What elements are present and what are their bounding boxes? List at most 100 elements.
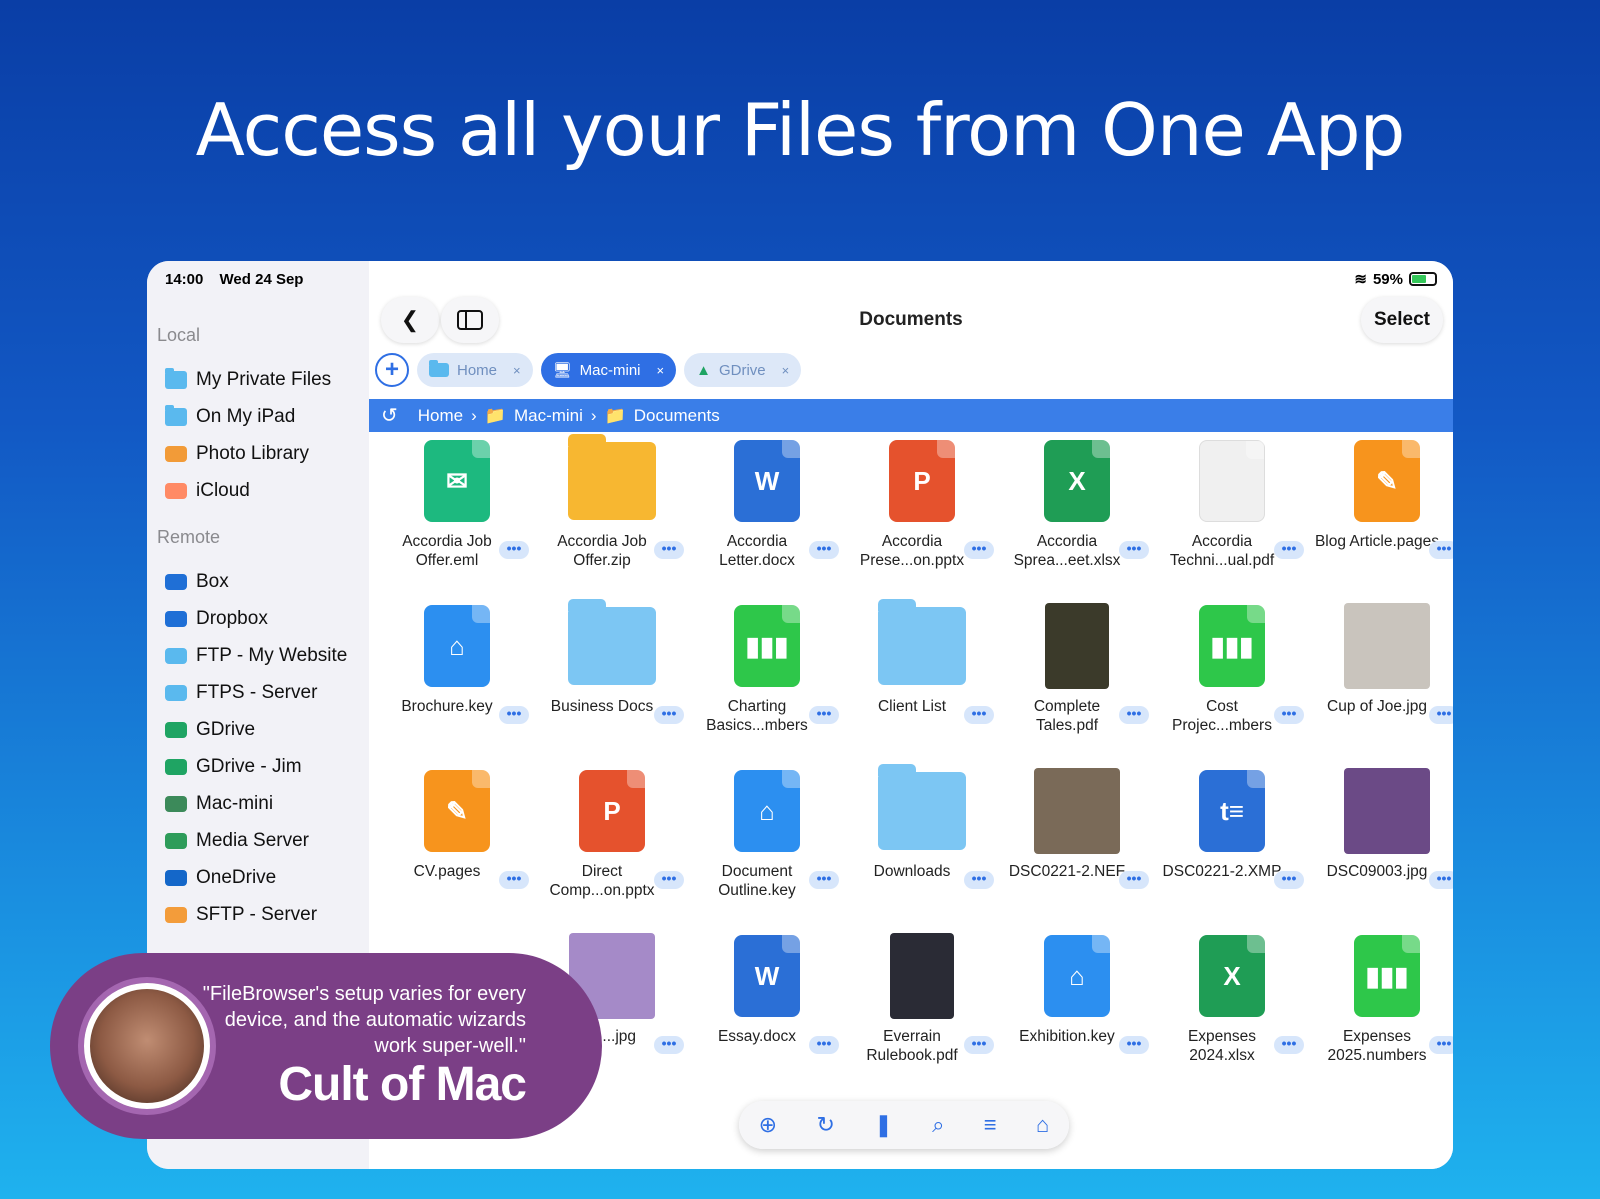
more-options-button[interactable]: ••• bbox=[499, 871, 529, 889]
file-item[interactable]: Client List ••• bbox=[846, 599, 998, 762]
more-options-button[interactable]: ••• bbox=[809, 871, 839, 889]
folder-icon: 📁 bbox=[604, 405, 626, 425]
sidebar-item-gdrive[interactable]: GDrive bbox=[165, 715, 255, 745]
file-item[interactable]: Downloads ••• bbox=[846, 764, 998, 927]
more-options-button[interactable]: ••• bbox=[964, 541, 994, 559]
file-name: Accordia Job Offer.eml bbox=[402, 533, 492, 569]
sidebar-item-box[interactable]: Box bbox=[165, 567, 229, 597]
more-options-button[interactable]: ••• bbox=[1274, 706, 1304, 724]
more-options-button[interactable]: ••• bbox=[654, 541, 684, 559]
file-item[interactable]: Complete Tales.pdf ••• bbox=[1001, 602, 1153, 762]
file-item[interactable]: ⌂ Document Outline.key ••• bbox=[691, 767, 843, 927]
more-options-button[interactable]: ••• bbox=[1274, 541, 1304, 559]
home-icon[interactable]: ⌂ bbox=[1036, 1112, 1049, 1138]
sidebar-item-photo-library[interactable]: Photo Library bbox=[165, 439, 309, 469]
more-options-button[interactable]: ••• bbox=[654, 871, 684, 889]
history-icon[interactable]: ↺ bbox=[381, 403, 398, 428]
wifi-icon: ≋ bbox=[1354, 271, 1367, 288]
refresh-icon[interactable]: ↻ bbox=[816, 1112, 834, 1138]
sidebar-item-sftp-server[interactable]: SFTP - Server bbox=[165, 900, 317, 930]
file-item[interactable]: t≡ DSC0221-2.XMP ••• bbox=[1156, 767, 1308, 927]
more-options-button[interactable]: ••• bbox=[1119, 541, 1149, 559]
file-item[interactable]: W Essay.docx ••• bbox=[691, 932, 843, 1092]
more-options-button[interactable]: ••• bbox=[1274, 871, 1304, 889]
file-item[interactable]: X Accordia Sprea...eet.xlsx ••• bbox=[1001, 437, 1153, 597]
sidebar-item-label: My Private Files bbox=[196, 369, 332, 390]
onedrive-icon bbox=[165, 870, 187, 886]
more-options-button[interactable]: ••• bbox=[654, 1036, 684, 1054]
sidebar-item-label: FTP - My Website bbox=[196, 645, 348, 666]
breadcrumb-documents[interactable]: Documents bbox=[634, 406, 720, 426]
more-options-button[interactable]: ••• bbox=[1119, 871, 1149, 889]
file-item[interactable]: ✎ CV.pages ••• bbox=[381, 767, 533, 927]
sidebar-item-ftps-server[interactable]: FTPS - Server bbox=[165, 678, 317, 708]
sidebar-item-label: Media Server bbox=[196, 830, 309, 851]
back-button[interactable]: ❮ bbox=[381, 297, 439, 343]
file-item[interactable]: ⌂ Exhibition.key ••• bbox=[1001, 932, 1153, 1092]
tab-gdrive[interactable]: ▲ GDrive × bbox=[684, 353, 802, 387]
sidebar-item-my-private-files[interactable]: My Private Files bbox=[165, 365, 331, 395]
add-icon[interactable]: ⊕ bbox=[759, 1112, 777, 1138]
more-options-button[interactable]: ••• bbox=[809, 541, 839, 559]
file-item[interactable]: Accordia Job Offer.zip ••• bbox=[536, 434, 688, 597]
file-item[interactable]: ✉ Accordia Job Offer.eml ••• bbox=[381, 437, 533, 597]
breadcrumb-mac-mini[interactable]: Mac-mini bbox=[514, 406, 583, 426]
breadcrumb-home[interactable]: Home bbox=[418, 406, 463, 426]
headline: Access all your Files from One App bbox=[195, 88, 1406, 172]
file-item[interactable]: P Direct Comp...on.pptx ••• bbox=[536, 767, 688, 927]
file-item[interactable]: X Expenses 2024.xlsx ••• bbox=[1156, 932, 1308, 1092]
close-tab-button[interactable]: × bbox=[513, 363, 521, 378]
sidebar-item-on-my-ipad[interactable]: On My iPad bbox=[165, 402, 295, 432]
more-options-button[interactable]: ••• bbox=[499, 706, 529, 724]
sidebar-item-onedrive[interactable]: OneDrive bbox=[165, 863, 276, 893]
sidebar-item-dropbox[interactable]: Dropbox bbox=[165, 604, 268, 634]
bookmark-icon[interactable]: ❚ bbox=[874, 1112, 892, 1138]
file-name: Accordia Prese...on.pptx bbox=[859, 533, 965, 569]
more-options-button[interactable]: ••• bbox=[1119, 706, 1149, 724]
more-options-button[interactable]: ••• bbox=[809, 706, 839, 724]
file-item[interactable]: ▮▮▮ Charting Basics...mbers ••• bbox=[691, 602, 843, 762]
file-item[interactable]: W Accordia Letter.docx ••• bbox=[691, 437, 843, 597]
xmp-icon: t≡ bbox=[1199, 770, 1265, 852]
more-options-button[interactable]: ••• bbox=[1429, 706, 1453, 724]
tab-mac-mini[interactable]: 🖥 Mac-mini × bbox=[540, 353, 677, 387]
file-item[interactable]: P Accordia Prese...on.pptx ••• bbox=[846, 437, 998, 597]
more-options-button[interactable]: ••• bbox=[964, 706, 994, 724]
more-options-button[interactable]: ••• bbox=[1119, 1036, 1149, 1054]
add-tab-button[interactable]: + bbox=[375, 353, 409, 387]
file-item[interactable]: ▮▮▮ Cost Projec...mbers ••• bbox=[1156, 602, 1308, 762]
sidebar-item-icloud[interactable]: iCloud bbox=[165, 476, 250, 506]
close-tab-button[interactable]: × bbox=[782, 363, 790, 378]
file-name: Expenses 2025.numbers bbox=[1327, 1028, 1427, 1064]
file-name: Exhibition.key bbox=[1019, 1028, 1115, 1045]
file-thumbnail: ⌂ bbox=[1033, 932, 1121, 1020]
more-options-button[interactable]: ••• bbox=[964, 1036, 994, 1054]
sidebar-item-mac-mini[interactable]: Mac-mini bbox=[165, 789, 273, 819]
select-button[interactable]: Select bbox=[1361, 297, 1443, 343]
more-options-button[interactable]: ••• bbox=[809, 1036, 839, 1054]
file-item[interactable]: Accordia Techni...ual.pdf ••• bbox=[1156, 437, 1308, 597]
more-options-button[interactable]: ••• bbox=[1274, 1036, 1304, 1054]
more-options-button[interactable]: ••• bbox=[654, 706, 684, 724]
close-tab-button[interactable]: × bbox=[657, 363, 665, 378]
tab-home[interactable]: Home × bbox=[417, 353, 533, 387]
file-item[interactable]: Everrain Rulebook.pdf ••• bbox=[846, 932, 998, 1092]
more-options-button[interactable]: ••• bbox=[1429, 1036, 1453, 1054]
file-item[interactable]: ▮▮▮ Expenses 2025.numbers ••• bbox=[1311, 932, 1453, 1092]
more-options-button[interactable]: ••• bbox=[964, 871, 994, 889]
more-options-button[interactable]: ••• bbox=[1429, 541, 1453, 559]
file-item[interactable]: Cup of Joe.jpg ••• bbox=[1311, 602, 1453, 762]
search-icon[interactable]: ⌕ bbox=[932, 1112, 944, 1138]
more-options-button[interactable]: ••• bbox=[1429, 871, 1453, 889]
sidebar-item-ftp-my-website[interactable]: FTP - My Website bbox=[165, 641, 347, 671]
file-item[interactable]: Business Docs ••• bbox=[536, 599, 688, 762]
file-item[interactable]: DSC09003.jpg ••• bbox=[1311, 767, 1453, 927]
file-item[interactable]: ✎ Blog Article.pages ••• bbox=[1311, 437, 1453, 597]
sort-icon[interactable]: ≡ bbox=[984, 1112, 997, 1138]
file-item[interactable]: ⌂ Brochure.key ••• bbox=[381, 602, 533, 762]
sidebar-item-media-server[interactable]: Media Server bbox=[165, 826, 309, 856]
file-item[interactable]: DSC0221-2.NEF ••• bbox=[1001, 767, 1153, 927]
sidebar-item-gdrive-jim[interactable]: GDrive - Jim bbox=[165, 752, 302, 782]
sidebar-toggle-button[interactable] bbox=[441, 297, 499, 343]
more-options-button[interactable]: ••• bbox=[499, 541, 529, 559]
